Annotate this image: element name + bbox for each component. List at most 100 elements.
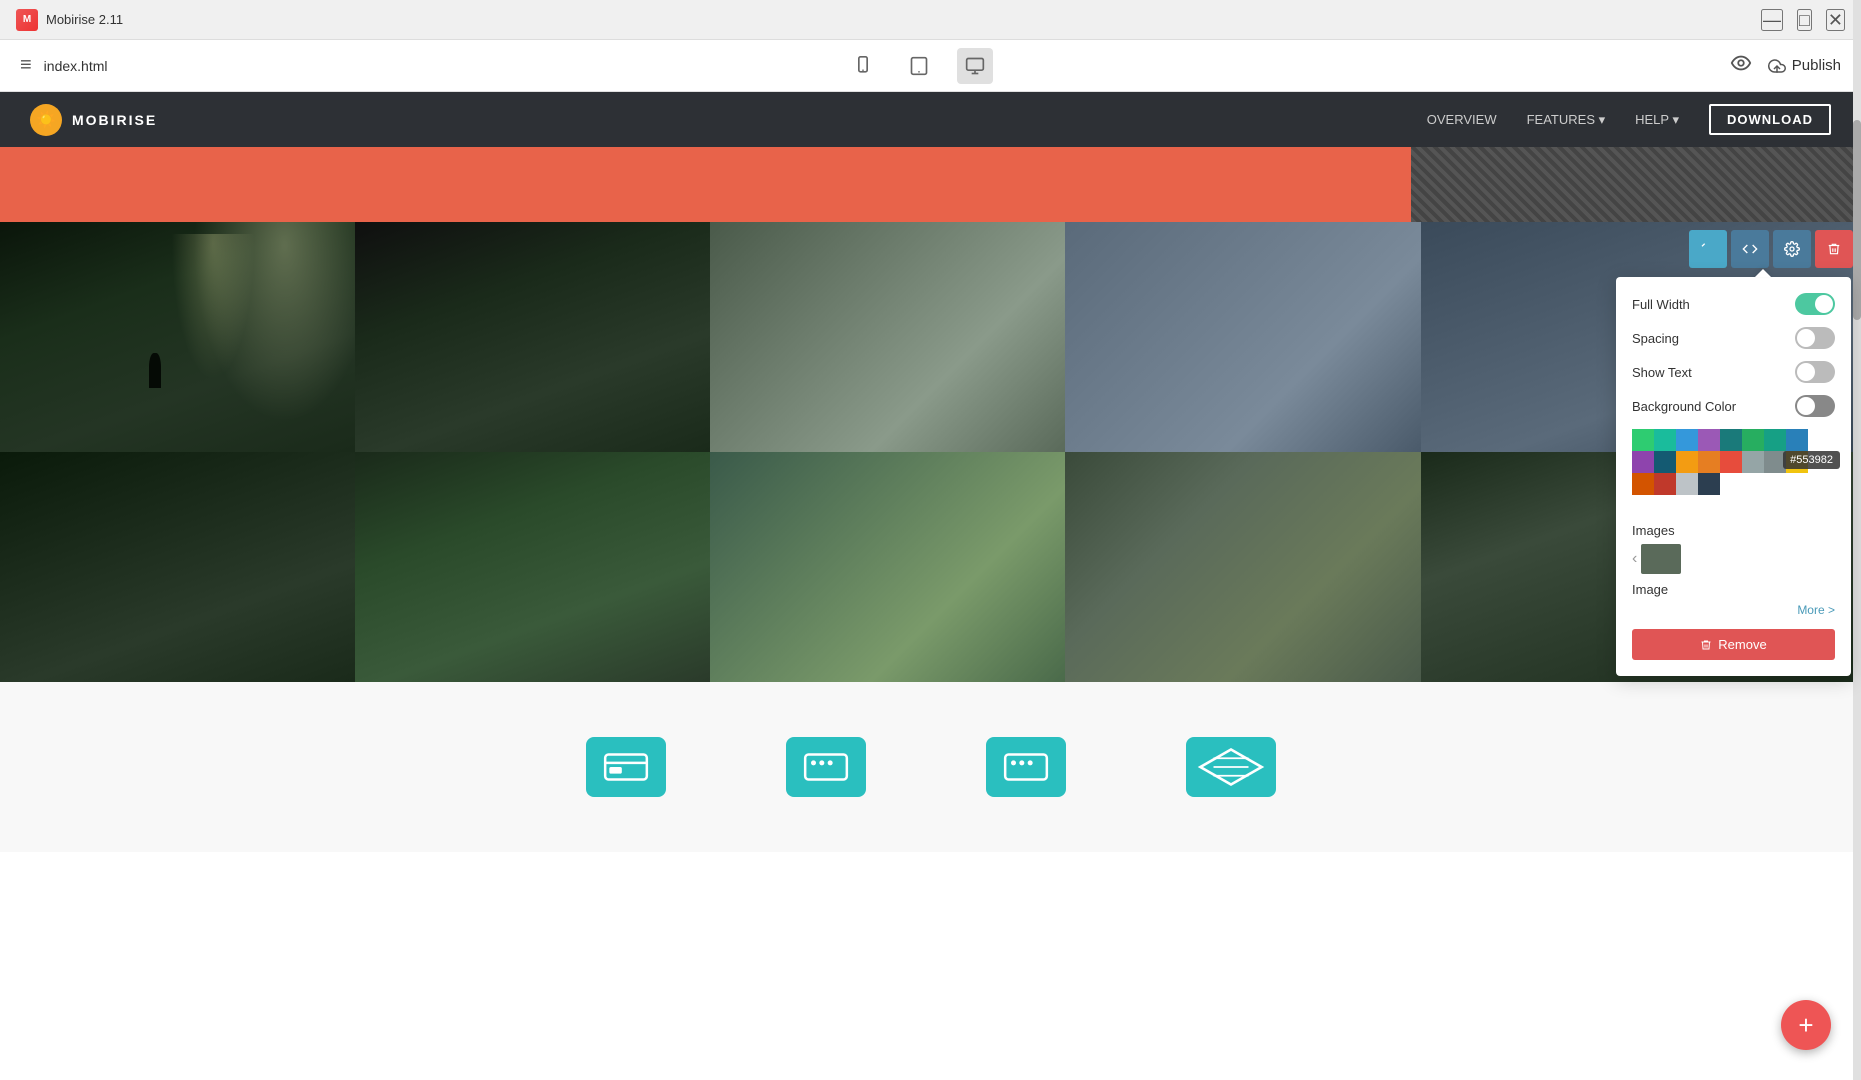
full-width-row: Full Width <box>1632 293 1835 315</box>
full-width-toggle[interactable] <box>1795 293 1835 315</box>
brand-name: MOBIRISE <box>72 112 157 128</box>
nav-features[interactable]: FEATURES ▾ <box>1527 112 1606 128</box>
gallery-section: Full Width Spacing Show Text Background … <box>0 222 1861 682</box>
images-label: Images <box>1632 523 1835 538</box>
images-section: Images ‹ Image More > <box>1632 523 1835 617</box>
image-grid <box>0 222 1861 682</box>
color-swatch-10[interactable] <box>1676 451 1698 473</box>
grid-cell-7 <box>355 452 710 682</box>
grid-cell-8 <box>710 452 1065 682</box>
hamburger-icon[interactable]: ≡ <box>20 54 32 77</box>
mobile-device-btn[interactable] <box>845 48 881 84</box>
palette-grid: #553982 <box>1632 429 1835 517</box>
content-area: Full Width Spacing Show Text Background … <box>0 147 1861 852</box>
color-swatch-18[interactable] <box>1676 473 1698 495</box>
minimize-button[interactable]: — <box>1761 9 1783 31</box>
bg-color-label: Background Color <box>1632 399 1736 414</box>
color-swatch-7[interactable] <box>1786 429 1808 451</box>
color-swatch-17[interactable] <box>1654 473 1676 495</box>
toolbar-right: Publish <box>1730 52 1841 80</box>
delete-button[interactable] <box>1815 230 1853 268</box>
remove-button[interactable]: Remove <box>1632 629 1835 660</box>
add-fab-button[interactable]: + <box>1781 1000 1831 1050</box>
color-swatch-1[interactable] <box>1654 429 1676 451</box>
color-swatch-4[interactable] <box>1720 429 1742 451</box>
remove-label: Remove <box>1718 637 1766 652</box>
title-bar: M Mobirise 2.11 — □ ✕ <box>0 0 1861 40</box>
color-swatch-5[interactable] <box>1742 429 1764 451</box>
color-swatch-8[interactable] <box>1632 451 1654 473</box>
image-label: Image <box>1632 582 1835 597</box>
tablet-device-btn[interactable] <box>901 48 937 84</box>
maximize-button[interactable]: □ <box>1797 9 1812 31</box>
more-link[interactable]: More > <box>1632 603 1835 617</box>
toolbar: ≡ index.html Publish <box>0 40 1861 92</box>
color-palette: #553982 <box>1632 429 1835 517</box>
grid-cell-9 <box>1065 452 1421 682</box>
bg-color-row: Background Color <box>1632 395 1835 417</box>
publish-label: Publish <box>1792 57 1841 74</box>
reorder-button[interactable] <box>1689 230 1727 268</box>
image-thumbnail[interactable] <box>1641 544 1681 574</box>
spacing-toggle[interactable] <box>1795 327 1835 349</box>
app-title: Mobirise 2.11 <box>46 12 123 27</box>
bg-color-toggle[interactable] <box>1795 395 1835 417</box>
grid-cell-3 <box>710 222 1065 452</box>
bottom-section <box>0 682 1861 852</box>
scrollbar[interactable] <box>1853 0 1861 1080</box>
color-swatch-11[interactable] <box>1698 451 1720 473</box>
app-logo: M <box>16 9 38 31</box>
feature-icon-3 <box>986 737 1066 797</box>
color-swatch-12[interactable] <box>1720 451 1742 473</box>
device-switcher <box>845 48 993 84</box>
code-button[interactable] <box>1731 230 1769 268</box>
nav-overview[interactable]: OVERVIEW <box>1427 112 1497 127</box>
section-toolbar <box>1689 230 1853 268</box>
trash-icon <box>1700 639 1712 651</box>
nav-help[interactable]: HELP ▾ <box>1635 112 1679 128</box>
show-text-toggle[interactable] <box>1795 361 1835 383</box>
desktop-device-btn[interactable] <box>957 48 993 84</box>
show-text-row: Show Text <box>1632 361 1835 383</box>
nav-brand: ☀️ MOBIRISE <box>30 104 157 136</box>
window-controls: — □ ✕ <box>1761 9 1845 31</box>
feature-icon-2 <box>786 737 866 797</box>
settings-panel: Full Width Spacing Show Text Background … <box>1616 277 1851 676</box>
orange-banner <box>0 147 1861 222</box>
spacing-row: Spacing <box>1632 327 1835 349</box>
diagonal-pattern <box>1411 147 1861 222</box>
color-swatch-9[interactable] <box>1654 451 1676 473</box>
nav-bar: ☀️ MOBIRISE OVERVIEW FEATURES ▾ HELP ▾ D… <box>0 92 1861 147</box>
color-swatch-0[interactable] <box>1632 429 1654 451</box>
color-swatch-19[interactable] <box>1698 473 1720 495</box>
grid-cell-1 <box>0 222 355 452</box>
color-swatch-13[interactable] <box>1742 451 1764 473</box>
preview-button[interactable] <box>1730 52 1752 80</box>
logo-letter: M <box>23 14 31 25</box>
publish-button[interactable]: Publish <box>1768 57 1841 75</box>
toolbar-left: ≡ index.html <box>20 54 107 77</box>
show-text-label: Show Text <box>1632 365 1692 380</box>
image-thumb-row: ‹ <box>1632 544 1835 574</box>
close-button[interactable]: ✕ <box>1826 9 1845 31</box>
settings-button[interactable] <box>1773 230 1811 268</box>
grid-cell-6 <box>0 452 355 682</box>
grid-cell-4 <box>1065 222 1421 452</box>
nav-links: OVERVIEW FEATURES ▾ HELP ▾ DOWNLOAD <box>1427 104 1831 135</box>
feature-icon-1 <box>586 737 666 797</box>
color-swatch-6[interactable] <box>1764 429 1786 451</box>
spacing-label: Spacing <box>1632 331 1679 346</box>
color-swatch-2[interactable] <box>1676 429 1698 451</box>
prev-image-btn[interactable]: ‹ <box>1632 550 1637 568</box>
grid-cell-2 <box>355 222 710 452</box>
color-hex-badge: #553982 <box>1783 451 1840 469</box>
cloud-icon <box>1768 57 1786 75</box>
scrollbar-thumb[interactable] <box>1853 120 1861 320</box>
color-swatch-3[interactable] <box>1698 429 1720 451</box>
filename-label: index.html <box>44 58 108 74</box>
nav-download-btn[interactable]: DOWNLOAD <box>1709 104 1831 135</box>
full-width-label: Full Width <box>1632 297 1690 312</box>
panel-arrow <box>1755 269 1771 277</box>
color-swatch-16[interactable] <box>1632 473 1654 495</box>
feature-icon-4 <box>1186 737 1276 797</box>
